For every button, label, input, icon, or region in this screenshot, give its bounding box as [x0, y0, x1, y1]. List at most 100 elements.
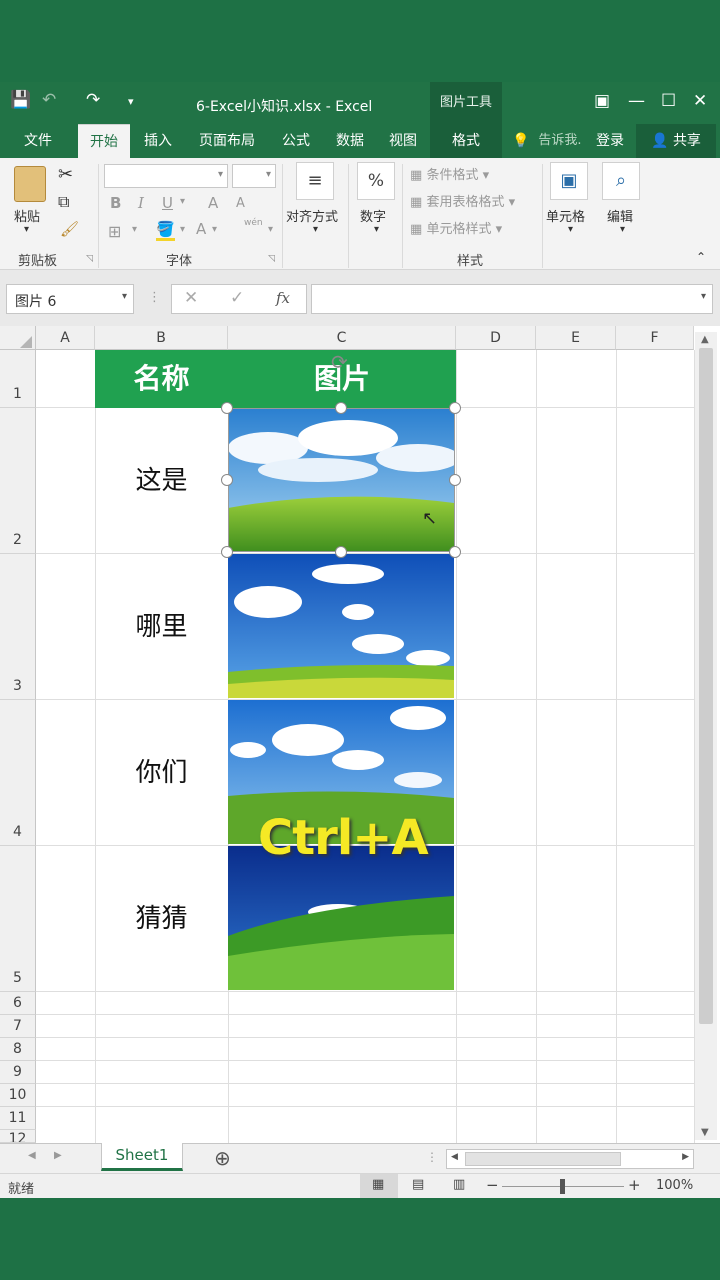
insert-function-icon[interactable]: fx [276, 289, 290, 307]
zoom-level[interactable]: 100% [656, 1178, 693, 1193]
select-all-corner[interactable] [0, 326, 36, 350]
row-header-10[interactable]: 10 [0, 1084, 36, 1107]
column-header-a[interactable]: A [36, 326, 95, 350]
resize-handle[interactable] [335, 546, 347, 558]
cells-icon[interactable]: ▣ [550, 162, 588, 200]
column-header-d[interactable]: D [456, 326, 536, 350]
resize-handle[interactable] [449, 402, 461, 414]
cells-dropdown-icon[interactable]: ▾ [568, 224, 573, 235]
format-painter-icon[interactable]: 🖌 [60, 220, 79, 238]
expand-formula-icon[interactable]: ▾ [701, 291, 706, 302]
cancel-icon[interactable]: ✕ [184, 288, 198, 308]
row-header-4[interactable]: 4 [0, 700, 36, 846]
row-header-2[interactable]: 2 [0, 408, 36, 554]
resize-handle[interactable] [449, 474, 461, 486]
paste-dropdown-icon[interactable]: ▾ [24, 224, 29, 235]
tab-view[interactable]: 视图 [380, 124, 426, 158]
landscape-picture-4[interactable] [228, 846, 454, 990]
font-size-select[interactable]: ▾ [232, 164, 276, 188]
sheet-tab-sheet1[interactable]: Sheet1 [101, 1143, 183, 1171]
tab-format[interactable]: 格式 [430, 124, 502, 158]
share-button[interactable]: 👤 共享 [636, 124, 716, 158]
tab-data[interactable]: 数据 [326, 124, 374, 158]
page-layout-view-icon[interactable]: ▤ [412, 1177, 424, 1192]
sign-in-link[interactable]: 登录 [590, 124, 630, 158]
column-header-c[interactable]: C [228, 326, 456, 350]
name-box[interactable]: 图片 6 ▾ [6, 284, 134, 314]
copy-icon[interactable]: ⧉ [58, 192, 69, 212]
shrink-font-button[interactable]: A [236, 196, 245, 211]
format-as-table-button[interactable]: ▦ 套用表格格式 ▾ [410, 191, 515, 210]
split-handle-icon[interactable]: ⋮ [426, 1150, 438, 1164]
resize-handle[interactable] [335, 402, 347, 414]
row-header-1[interactable]: 1 [0, 350, 36, 408]
ribbon-display-icon[interactable]: ▣ [594, 91, 610, 111]
row-header-9[interactable]: 9 [0, 1061, 36, 1084]
scroll-up-icon[interactable]: ▲ [701, 334, 709, 345]
vertical-scrollbar[interactable]: ▲ ▼ [695, 332, 717, 1140]
redo-icon[interactable]: ↷ [86, 90, 100, 110]
horizontal-scrollbar[interactable]: ◀ ▶ [446, 1149, 694, 1169]
minimize-button[interactable]: — [628, 91, 645, 111]
zoom-slider-thumb[interactable] [560, 1179, 565, 1194]
cell-name-1[interactable]: 这是 [95, 408, 228, 554]
number-button[interactable]: 数字 [360, 206, 386, 225]
column-header-f[interactable]: F [616, 326, 694, 350]
cell-name-3[interactable]: 你们 [95, 700, 228, 846]
phonetic-guide-icon[interactable]: wén [244, 218, 263, 228]
phonetic-dropdown-icon[interactable]: ▾ [268, 224, 273, 235]
border-icon[interactable]: ⊞ [108, 222, 121, 241]
next-sheet-icon[interactable]: ▶ [54, 1150, 62, 1161]
fill-color-icon[interactable]: 🪣 [156, 220, 175, 241]
tab-file[interactable]: 文件 [12, 124, 64, 158]
enter-check-icon[interactable]: ✓ [230, 288, 244, 308]
formula-input[interactable]: ▾ [311, 284, 713, 314]
cell-name-2[interactable]: 哪里 [95, 554, 228, 700]
drag-handle-icon[interactable]: ⋮ [148, 290, 161, 305]
close-button[interactable]: ✕ [693, 91, 707, 111]
quick-access-dropdown-icon[interactable]: ▾ [128, 95, 134, 108]
border-dropdown-icon[interactable]: ▾ [132, 224, 137, 235]
normal-view-button[interactable]: ▦ [360, 1174, 398, 1198]
tab-insert[interactable]: 插入 [134, 124, 182, 158]
editing-button[interactable]: 编辑 [607, 206, 633, 225]
alignment-button[interactable]: 对齐方式 [286, 206, 338, 225]
row-header-5[interactable]: 5 [0, 846, 36, 992]
paste-button[interactable]: 粘贴 [14, 206, 40, 225]
resize-handle[interactable] [449, 546, 461, 558]
prev-sheet-icon[interactable]: ◀ [28, 1150, 36, 1161]
conditional-formatting-button[interactable]: ▦ 条件格式 ▾ [410, 164, 489, 183]
tab-formulas[interactable]: 公式 [272, 124, 320, 158]
editing-dropdown-icon[interactable]: ▾ [620, 224, 625, 235]
tab-page-layout[interactable]: 页面布局 [190, 124, 264, 158]
zoom-in-button[interactable]: + [628, 1176, 641, 1194]
font-color-icon[interactable]: A [196, 220, 206, 238]
cell-styles-button[interactable]: ▦ 单元格样式 ▾ [410, 218, 502, 237]
cut-icon[interactable]: ✂ [58, 164, 73, 185]
row-header-6[interactable]: 6 [0, 992, 36, 1015]
number-dropdown-icon[interactable]: ▾ [374, 224, 379, 235]
paste-icon[interactable] [14, 166, 46, 202]
row-header-12[interactable]: 12 [0, 1130, 36, 1143]
percent-icon[interactable]: % [357, 162, 395, 200]
tab-home[interactable]: 开始 [78, 124, 130, 158]
cells-button[interactable]: 单元格 [546, 206, 585, 225]
font-launcher-icon[interactable]: ◹ [268, 254, 275, 264]
row-header-3[interactable]: 3 [0, 554, 36, 700]
resize-handle[interactable] [221, 474, 233, 486]
font-color-dropdown-icon[interactable]: ▾ [212, 224, 217, 235]
h-scrollbar-thumb[interactable] [465, 1152, 621, 1166]
search-icon[interactable]: ⌕ [602, 162, 640, 200]
resize-handle[interactable] [221, 402, 233, 414]
alignment-dropdown-icon[interactable]: ▾ [313, 224, 318, 235]
fill-dropdown-icon[interactable]: ▾ [180, 224, 185, 235]
underline-button[interactable]: U [162, 194, 173, 212]
italic-button[interactable]: I [138, 194, 144, 212]
bold-button[interactable]: B [110, 194, 121, 212]
row-header-8[interactable]: 8 [0, 1038, 36, 1061]
collapse-ribbon-icon[interactable]: ⌃ [696, 250, 706, 264]
zoom-out-button[interactable]: − [486, 1176, 499, 1194]
maximize-button[interactable]: ☐ [661, 91, 676, 111]
row-header-11[interactable]: 11 [0, 1107, 36, 1130]
scrollbar-thumb[interactable] [699, 348, 713, 1024]
